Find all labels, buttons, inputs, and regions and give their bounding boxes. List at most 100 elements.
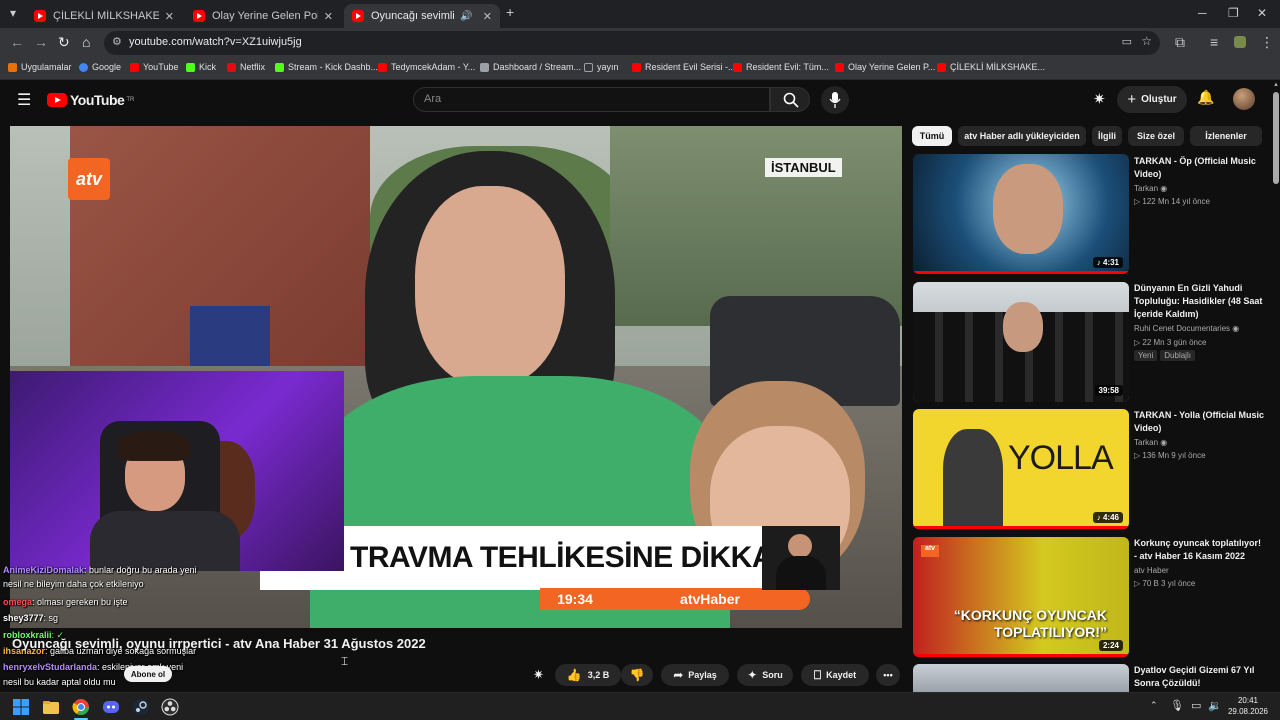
obs-icon[interactable]: [161, 698, 179, 716]
recommendation-thumbnail[interactable]: ♪ 4:31: [913, 154, 1129, 274]
search-button[interactable]: [770, 87, 810, 112]
sparkle-gear-icon[interactable]: ✷: [1093, 90, 1106, 108]
extensions-icon[interactable]: ⧉: [1175, 34, 1185, 51]
volume-icon[interactable]: 🔉: [1208, 699, 1222, 712]
profile-avatar[interactable]: [1234, 36, 1246, 48]
hamburger-menu-icon[interactable]: ☰: [17, 90, 31, 110]
recommendation-channel[interactable]: Tarkan ◉: [1134, 184, 1167, 193]
forward-icon[interactable]: →: [34, 34, 48, 50]
recommendation-title[interactable]: TARKAN - Öp (Official Music Video): [1134, 155, 1264, 181]
logo-text: YouTube: [70, 92, 125, 108]
more-actions-button[interactable]: •••: [876, 664, 900, 686]
thumb-face: [1003, 302, 1043, 352]
reload-icon[interactable]: ↻: [58, 34, 70, 51]
recommendation-thumbnail[interactable]: [913, 664, 1129, 692]
chip-related[interactable]: İlgili: [1092, 126, 1122, 146]
url-text[interactable]: youtube.com/watch?v=XZ1uiwju5jg: [129, 36, 302, 48]
discord-icon[interactable]: [102, 698, 120, 716]
system-clock[interactable]: 20:41 29.08.2026: [1226, 695, 1270, 717]
close-tab-icon[interactable]: ✕: [483, 10, 492, 23]
network-icon[interactable]: ▭: [1191, 699, 1201, 712]
bookmark-label: Olay Yerine Gelen P...: [848, 62, 936, 72]
youtube-logo[interactable]: YouTube TR: [47, 92, 134, 108]
cast-icon[interactable]: ▭: [1122, 35, 1132, 48]
dislike-button[interactable]: 👎: [621, 664, 653, 686]
file-explorer-icon[interactable]: [42, 698, 60, 716]
youtube-icon: [835, 62, 844, 72]
recommendation-title[interactable]: Dünyanın En Gizli Yahudi Topluluğu: Hasi…: [1134, 282, 1264, 321]
save-button[interactable]: ⎕ Kaydet: [801, 664, 869, 686]
create-label: Oluştur: [1141, 94, 1177, 105]
recommendation-channel[interactable]: Ruhi Cenet Documentaries ◉: [1134, 324, 1239, 333]
bookmark-google[interactable]: Google: [79, 62, 121, 72]
back-icon[interactable]: ←: [10, 34, 24, 50]
bookmark-netflix[interactable]: Netflix: [227, 62, 265, 72]
tray-overflow-icon[interactable]: ⌃: [1150, 700, 1158, 711]
microphone-tray-icon[interactable]: 🎙: [1170, 699, 1184, 712]
ask-button[interactable]: ✦ Soru: [737, 664, 793, 686]
minimize-icon[interactable]: ─: [1198, 6, 1207, 20]
broadcast-clock: 19:34: [540, 588, 610, 610]
recommendation-thumbnail[interactable]: YOLLA ♪ 4:46: [913, 409, 1129, 529]
bookmark-kick-dashboard[interactable]: Stream - Kick Dashb...: [275, 62, 378, 72]
browser-tab-2[interactable]: Olay Yerine Gelen Polisler Hayat... ✕: [185, 4, 341, 28]
streamer-webcam-overlay: [10, 371, 344, 571]
recommendation-title[interactable]: Korkunç oyuncak toplatılıyor! - atv Habe…: [1134, 537, 1264, 563]
bookmark-label: Netflix: [240, 62, 266, 72]
search-input[interactable]: Ara: [413, 87, 770, 112]
bookmark-dashboard-stream[interactable]: Dashboard / Stream...: [480, 62, 581, 72]
scrollbar-thumb[interactable]: [1273, 92, 1279, 184]
share-button[interactable]: ➦ Paylaş: [661, 664, 729, 686]
chip-for-you[interactable]: Size özel: [1128, 126, 1184, 146]
youtube-icon: [378, 62, 387, 72]
maximize-icon[interactable]: ❐: [1228, 6, 1239, 20]
bookmark-resident-evil-tum[interactable]: Resident Evil: Tüm...: [733, 62, 829, 72]
recommendation-title[interactable]: Dyatlov Geçidi Gizemi 67 Yıl Sonra Çözül…: [1134, 664, 1264, 692]
page-scrollbar[interactable]: ▲: [1272, 80, 1280, 692]
recommendation-channel[interactable]: Tarkan ◉: [1134, 438, 1167, 447]
chrome-icon[interactable]: [72, 698, 90, 716]
steam-icon[interactable]: [132, 698, 150, 716]
notifications-bell-icon[interactable]: 🔔: [1197, 89, 1214, 106]
site-info-icon[interactable]: ⚙: [112, 35, 122, 48]
like-button[interactable]: 👍 3,2 B: [555, 664, 621, 686]
windows-start-icon[interactable]: [12, 698, 30, 716]
bookmark-youtube[interactable]: YouTube: [130, 62, 178, 72]
close-tab-icon[interactable]: ✕: [324, 10, 333, 23]
scroll-up-icon[interactable]: ▲: [1273, 82, 1279, 88]
bookmark-cilekli-milkshake[interactable]: ÇİLEKLİ MİLKSHAKE...: [937, 62, 1045, 72]
create-button[interactable]: + Oluştur: [1117, 86, 1187, 113]
tab-audio-icon[interactable]: 🔊: [460, 11, 472, 22]
home-icon[interactable]: ⌂: [82, 34, 90, 50]
browser-tab-3-active[interactable]: Oyuncağı sevimli, oyunu ür... 🔊 ✕: [344, 4, 500, 28]
browser-menu-icon[interactable]: ⋮: [1260, 34, 1274, 51]
reading-list-icon[interactable]: ≡: [1210, 34, 1218, 50]
chip-all[interactable]: Tümü: [912, 126, 952, 146]
bookmark-olay-yerine[interactable]: Olay Yerine Gelen P...: [835, 62, 935, 72]
recommendation-channel[interactable]: atv Haber: [1134, 566, 1169, 575]
new-tab-button[interactable]: +: [506, 4, 514, 20]
bookmark-apps[interactable]: Uygulamalar: [8, 62, 72, 72]
chip-from-uploader[interactable]: atv Haber adlı yükleyiciden: [958, 126, 1086, 146]
address-bar[interactable]: ⚙ youtube.com/watch?v=XZ1uiwju5jg ▭ ☆: [104, 31, 1160, 55]
close-tab-icon[interactable]: ✕: [165, 10, 174, 23]
bookmark-folder-yayin[interactable]: yayın: [584, 62, 619, 72]
tab-search-icon[interactable]: ▾: [10, 6, 16, 20]
bookmark-star-icon[interactable]: ☆: [1141, 34, 1152, 48]
avatar[interactable]: [1233, 88, 1255, 110]
chip-watched[interactable]: İzlenenler: [1190, 126, 1262, 146]
ask-label: Soru: [762, 670, 783, 680]
recommendation-title[interactable]: TARKAN - Yolla (Official Music Video): [1134, 409, 1264, 435]
browser-tab-1[interactable]: ÇİLEKLİ MİLKSHAKE | Madara O... ✕: [26, 4, 182, 28]
recommendation-thumbnail[interactable]: 39:58: [913, 282, 1129, 402]
close-window-icon[interactable]: ✕: [1257, 6, 1267, 20]
bookmark-resident-evil-serisi[interactable]: Resident Evil Serisi -...: [632, 62, 736, 72]
voice-search-button[interactable]: [821, 86, 849, 114]
bookmark-tedymcek[interactable]: TedymcekAdam - Y...: [378, 62, 475, 72]
ai-sparkle-icon[interactable]: ✷: [533, 667, 544, 683]
video-scene-barrier: [190, 306, 270, 366]
subscribe-button[interactable]: Abone ol: [124, 666, 172, 682]
video-player[interactable]: atv İSTANBUL TRAVMA TEHLİKESİNE DİKKAT 1…: [10, 126, 902, 628]
recommendation-thumbnail[interactable]: atv “KORKUNÇ OYUNCAK TOPLATILIYOR!” 2:24: [913, 537, 1129, 657]
bookmark-kick[interactable]: Kick: [186, 62, 216, 72]
